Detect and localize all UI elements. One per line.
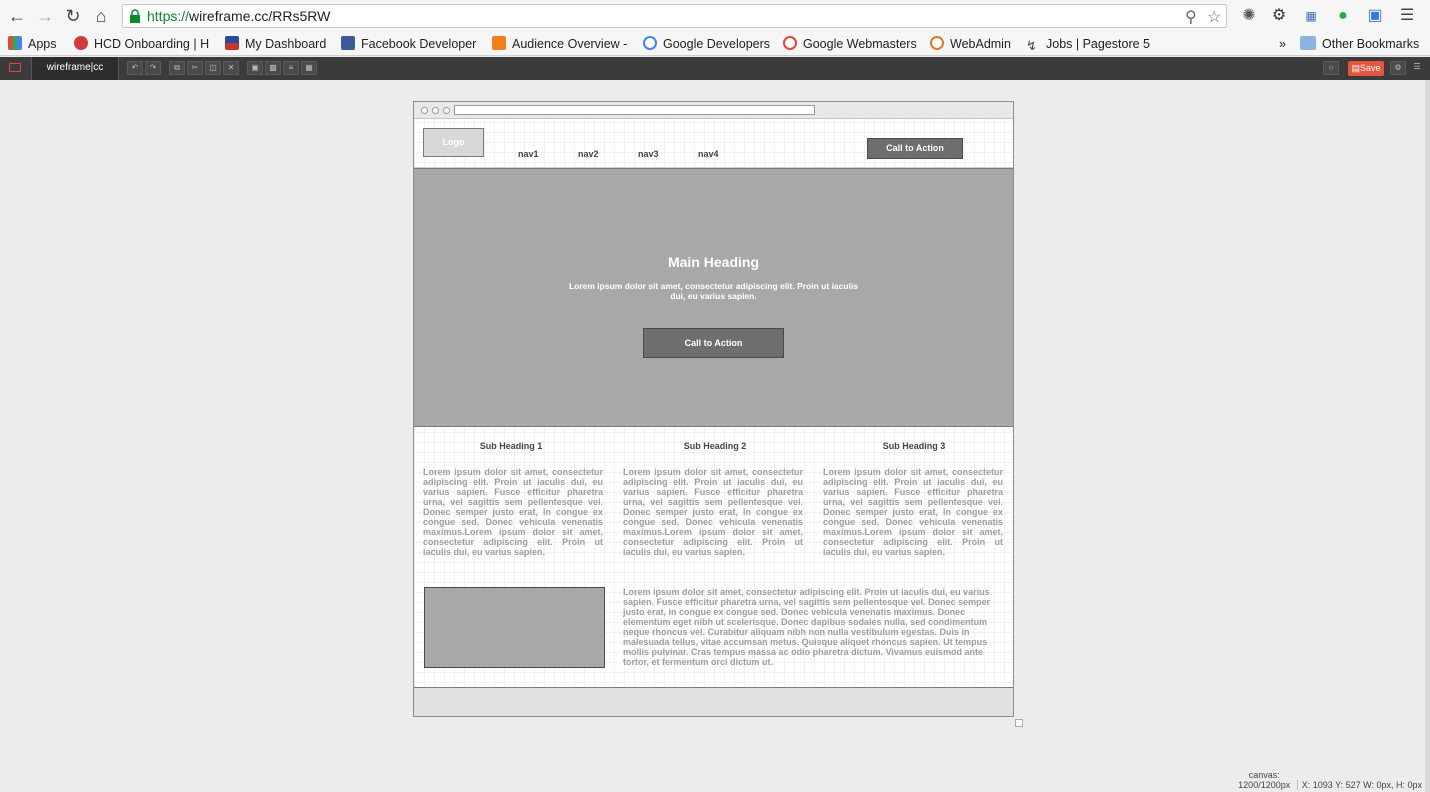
google-developers-icon xyxy=(643,36,657,50)
app-brand[interactable]: wireframe|cc xyxy=(31,57,119,80)
wireframe-canvas[interactable]: Logo nav1 nav2 nav3 nav4 Call to Action … xyxy=(413,101,1014,717)
redo-icon[interactable]: ↷ xyxy=(145,61,161,75)
window-dot xyxy=(432,107,439,114)
wireframe-nav-3[interactable]: nav3 xyxy=(638,149,659,159)
back-arrow-icon[interactable]: ← xyxy=(6,5,28,27)
bookmark-google-webmasters[interactable]: Google Webmasters xyxy=(783,35,917,53)
wireframe-url-bar xyxy=(454,105,815,115)
wireframe-nav-4[interactable]: nav4 xyxy=(698,149,719,159)
wireframe-hero[interactable]: Main Heading Lorem ipsum dolor sit amet,… xyxy=(414,168,1013,427)
wireframe-logo[interactable]: Logo xyxy=(423,128,484,157)
forward-arrow-icon[interactable]: → xyxy=(34,5,56,27)
extension-box-icon[interactable]: ▣ xyxy=(1364,5,1386,27)
status-bar: canvas: 1200/1200px X: 1093 Y: 527 W: 0p… xyxy=(1238,770,1422,790)
bookmarks-bar: Apps HCD Onboarding | H My Dashboard Fac… xyxy=(0,32,1430,56)
comment-icon[interactable]: ○ xyxy=(1323,61,1339,75)
sub-heading-2[interactable]: Sub Heading 2 xyxy=(620,441,810,451)
wireframe-footer[interactable] xyxy=(414,687,1013,716)
google-icon xyxy=(783,36,797,50)
bookmark-hcd-onboarding[interactable]: HCD Onboarding | H xyxy=(74,35,209,53)
grid-icon[interactable]: ▦ xyxy=(301,61,317,75)
gear-icon[interactable]: ⚙ xyxy=(1268,5,1290,27)
reload-icon[interactable]: ↻ xyxy=(62,5,84,27)
column-text-2[interactable]: Lorem ipsum dolor sit amet, consectetur … xyxy=(623,467,803,557)
undo-icon[interactable]: ↶ xyxy=(127,61,143,75)
window-dot xyxy=(421,107,428,114)
home-icon[interactable]: ⌂ xyxy=(90,5,112,27)
dashboard-icon xyxy=(225,36,239,50)
lock-icon xyxy=(130,9,140,23)
cut-icon[interactable]: ✂ xyxy=(187,61,203,75)
app-menu-icon[interactable]: ☰ xyxy=(1409,61,1425,75)
cursor-coordinates: X: 1093 Y: 527 W: 0px, H: 0px xyxy=(1296,780,1422,790)
column-text-1[interactable]: Lorem ipsum dolor sit amet, consectetur … xyxy=(423,467,603,557)
wireframe-cta-hero[interactable]: Call to Action xyxy=(643,328,784,358)
align-icon[interactable]: ≡ xyxy=(283,61,299,75)
wireframe-logo-icon[interactable] xyxy=(9,63,21,72)
webadmin-icon xyxy=(930,36,944,50)
delete-icon[interactable]: ✕ xyxy=(223,61,239,75)
hero-heading[interactable]: Main Heading xyxy=(414,254,1013,270)
bookmark-audience-overview[interactable]: Audience Overview - xyxy=(492,35,627,53)
save-button[interactable]: ▤Save xyxy=(1348,61,1384,76)
lightning-icon: ↯ xyxy=(1026,38,1037,53)
address-bar[interactable]: https://wireframe.cc/RRs5RW ⚲ ☆ xyxy=(122,4,1227,28)
bookmark-facebook-developer[interactable]: Facebook Developer xyxy=(341,35,476,53)
group-icon[interactable]: ▩ xyxy=(265,61,281,75)
save-icon: ▤ xyxy=(1351,63,1360,73)
settings-icon[interactable]: ⚙ xyxy=(1390,61,1406,75)
menu-icon[interactable]: ☰ xyxy=(1396,5,1418,27)
search-icon[interactable]: ⚲ xyxy=(1185,7,1197,27)
lock-tool-icon[interactable]: ▣ xyxy=(247,61,263,75)
browser-toolbar: ← → ↻ ⌂ https://wireframe.cc/RRs5RW ⚲ ☆ … xyxy=(0,0,1430,32)
column-text-3[interactable]: Lorem ipsum dolor sit amet, consectetur … xyxy=(823,467,1003,557)
image-placeholder[interactable] xyxy=(424,587,605,668)
bottom-paragraph[interactable]: Lorem ipsum dolor sit amet, consectetur … xyxy=(623,587,1003,667)
apps-grid-icon xyxy=(8,36,22,50)
app-toolbar: wireframe|cc ↶ ↷ ⧉ ✂ ◫ ✕ ▣ ▩ ≡ ▦ ○ ▤Save… xyxy=(0,57,1430,80)
bookmark-webadmin[interactable]: WebAdmin xyxy=(930,35,1011,53)
bookmark-jobs-pagestore[interactable]: ↯ Jobs | Pagestore 5 xyxy=(1026,35,1150,53)
analytics-icon xyxy=(492,36,506,50)
extension-bug-icon[interactable]: ✺ xyxy=(1238,5,1260,27)
wireframe-browser-frame xyxy=(414,102,1013,119)
bookmark-star-icon[interactable]: ☆ xyxy=(1207,7,1221,27)
url-text: https://wireframe.cc/RRs5RW xyxy=(147,8,331,24)
sub-heading-3[interactable]: Sub Heading 3 xyxy=(819,441,1009,451)
evernote-icon[interactable]: ● xyxy=(1332,5,1354,27)
copy-icon[interactable]: ⧉ xyxy=(169,61,185,75)
hcd-icon xyxy=(74,36,88,50)
canvas-size-readout: canvas: 1200/1200px xyxy=(1238,770,1291,790)
window-dot xyxy=(443,107,450,114)
hero-lead-text[interactable]: Lorem ipsum dolor sit amet, consectetur … xyxy=(564,281,863,301)
facebook-icon xyxy=(341,36,355,50)
wireframe-nav-2[interactable]: nav2 xyxy=(578,149,599,159)
bookmarks-overflow-button[interactable]: » xyxy=(1279,35,1286,53)
other-bookmarks-folder[interactable]: Other Bookmarks xyxy=(1300,35,1419,53)
canvas-resize-handle[interactable] xyxy=(1015,719,1023,727)
bookmark-apps[interactable]: Apps xyxy=(8,35,57,53)
extension-grid-icon[interactable]: ▦ xyxy=(1300,5,1322,27)
page-scrollbar[interactable] xyxy=(1425,80,1430,792)
folder-icon xyxy=(1300,36,1316,50)
bookmark-google-developers[interactable]: Google Developers xyxy=(643,35,770,53)
sub-heading-1[interactable]: Sub Heading 1 xyxy=(416,441,606,451)
bookmark-my-dashboard[interactable]: My Dashboard xyxy=(225,35,326,53)
wireframe-nav-1[interactable]: nav1 xyxy=(518,149,539,159)
wireframe-cta-header[interactable]: Call to Action xyxy=(867,138,963,159)
paste-icon[interactable]: ◫ xyxy=(205,61,221,75)
